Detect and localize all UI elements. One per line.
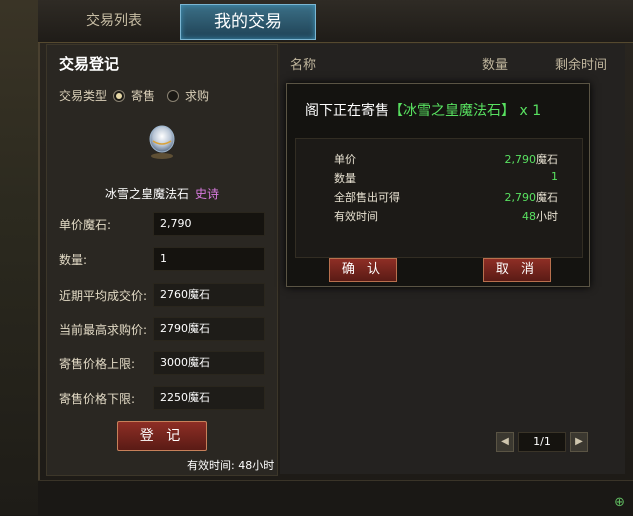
price-upper-row: 寄售价格上限: 3000魔石: [59, 351, 269, 375]
dialog-row-value: 48: [522, 210, 536, 223]
dialog-row-unit: 魔石: [536, 153, 558, 166]
radio-sell-label[interactable]: 寄售: [131, 87, 155, 104]
dialog-row-unit: 小时: [536, 210, 558, 223]
dialog-row-label: 数量: [334, 172, 356, 185]
unit-price-label: 单价魔石:: [59, 218, 112, 232]
radio-buy[interactable]: [167, 89, 180, 102]
prev-page-button[interactable]: ◀: [496, 432, 514, 452]
tab-bar: 交易列表 我的交易: [38, 0, 633, 43]
quantity-row: 数量: 1: [59, 247, 269, 271]
price-lower-label: 寄售价格下限:: [59, 392, 136, 406]
tab-my-trades[interactable]: 我的交易: [180, 4, 316, 40]
dialog-row: 全部售出可得 2,790魔石: [334, 189, 558, 205]
globe-icon[interactable]: ⊕: [614, 495, 625, 510]
item-name: 冰雪之皇魔法石: [104, 187, 189, 201]
col-header-name: 名称: [290, 58, 317, 73]
dialog-prefix: 阁下正在寄售: [305, 103, 389, 119]
dialog-details: 单价 2,790魔石 数量 1 全部售出可得 2,790魔石 有效时间 48小时: [295, 138, 583, 258]
dialog-item-name: 【冰雪之皇魔法石】: [389, 103, 515, 119]
radio-buy-label[interactable]: 求购: [185, 87, 209, 104]
price-upper-value: 3000魔石: [153, 351, 265, 375]
dialog-row-unit: 魔石: [536, 191, 558, 204]
confirm-dialog: 阁下正在寄售【冰雪之皇魔法石】 x 1 单价 2,790魔石 数量 1 全部售出…: [286, 83, 590, 287]
register-panel: 交易登记 交易类型 寄售 求购 冰雪之皇魔法石 史诗 单价魔石: 2,790 数…: [46, 44, 278, 476]
panel-title: 交易登记: [59, 55, 120, 73]
confirm-button[interactable]: 确 认: [329, 258, 397, 282]
page-indicator: 1/1: [518, 432, 566, 452]
dialog-row-value: 2,790: [504, 153, 537, 166]
dialog-row-label: 单价: [334, 153, 356, 166]
dialog-row: 有效时间 48小时: [334, 208, 558, 224]
item-name-row: 冰雪之皇魔法石 史诗: [47, 185, 277, 202]
avg-price-label: 近期平均成交价:: [59, 289, 148, 303]
quantity-input[interactable]: 1: [153, 247, 265, 271]
unit-price-row: 单价魔石: 2,790: [59, 212, 269, 236]
quantity-label: 数量:: [59, 253, 88, 267]
quality-badge: 史诗: [195, 187, 220, 201]
dialog-row-value: 1: [551, 170, 558, 183]
dialog-row: 单价 2,790魔石: [334, 151, 558, 167]
tab-trade-list[interactable]: 交易列表: [60, 4, 168, 38]
dialog-row-label: 有效时间: [334, 210, 378, 223]
trade-type-row: 交易类型 寄售 求购: [59, 87, 209, 104]
unit-price-input[interactable]: 2,790: [153, 212, 265, 236]
dialog-count: x 1: [519, 103, 542, 119]
magic-stone-icon[interactable]: [145, 121, 179, 161]
col-header-time: 剩余时间: [555, 58, 608, 73]
pager: ◀ 1/1 ▶: [496, 432, 590, 452]
next-page-button[interactable]: ▶: [570, 432, 588, 452]
dialog-row-value: 2,790: [504, 191, 537, 204]
price-lower-value: 2250魔石: [153, 386, 265, 410]
register-button[interactable]: 登 记: [117, 421, 207, 451]
max-buy-price-label: 当前最高求购价:: [59, 323, 148, 337]
bottom-bar: ⊕: [38, 480, 633, 516]
radio-sell[interactable]: [113, 89, 126, 102]
avg-price-row: 近期平均成交价: 2760魔石: [59, 283, 269, 307]
price-lower-row: 寄售价格下限: 2250魔石: [59, 386, 269, 410]
max-buy-price-row: 当前最高求购价: 2790魔石: [59, 317, 269, 341]
trade-type-label: 交易类型: [59, 89, 108, 103]
avg-price-value: 2760魔石: [153, 283, 265, 307]
price-upper-label: 寄售价格上限:: [59, 357, 136, 371]
col-header-qty: 数量: [482, 58, 509, 73]
dialog-row: 数量 1: [334, 170, 558, 186]
max-buy-price-value: 2790魔石: [153, 317, 265, 341]
dialog-header: 阁下正在寄售【冰雪之皇魔法石】 x 1: [305, 100, 541, 120]
cancel-button[interactable]: 取 消: [483, 258, 551, 282]
dialog-row-label: 全部售出可得: [334, 191, 400, 204]
background-scene-edge: [0, 0, 40, 515]
game-trade-window: 交易列表 我的交易 交易登记 交易类型 寄售 求购 冰雪之皇魔法石 史诗 单价魔…: [0, 0, 633, 516]
validity-text: 有效时间: 48小时: [187, 459, 275, 472]
